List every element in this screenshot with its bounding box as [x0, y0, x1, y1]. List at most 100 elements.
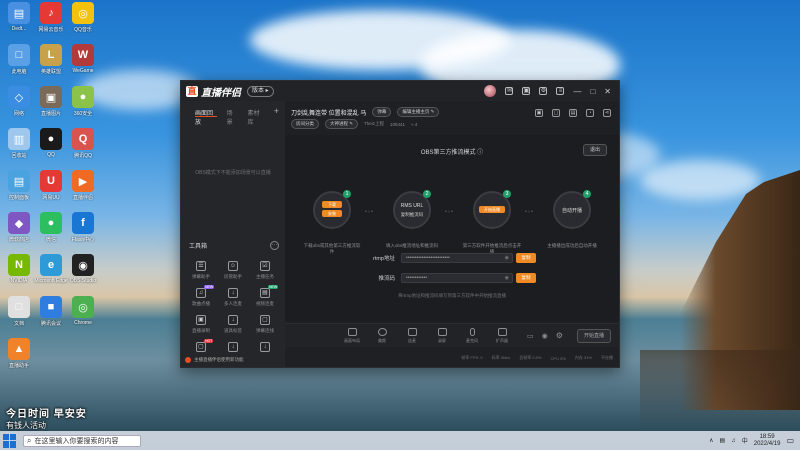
desktop-icon[interactable]: ■ 腾讯会议: [33, 296, 69, 327]
start-live-button[interactable]: 开始直播: [576, 328, 611, 343]
desktop-icon[interactable]: ▶ 直播伴侣: [65, 170, 101, 201]
bell-icon[interactable]: ◔: [586, 109, 594, 117]
danmu-pill[interactable]: 弹幕: [372, 107, 392, 117]
toolbox-item[interactable]: ↓: [249, 342, 281, 355]
tab-scene[interactable]: 场景: [227, 108, 238, 126]
record-tool[interactable]: 录屏: [431, 327, 453, 344]
tray-expand-icon[interactable]: ∧: [709, 437, 713, 444]
toolbox-item[interactable]: ▢ HOT: [185, 339, 217, 355]
toolbox-item[interactable]: ♫ NEW 歌曲点播: [185, 285, 217, 307]
desktop-icon-image: ▤: [8, 2, 30, 24]
start-live-step-button[interactable]: 开始直播: [479, 206, 505, 213]
toolbox-item[interactable]: ↓ 道具标签: [217, 315, 249, 334]
left-bottom-notice[interactable]: 主播直播伴侣使用新功能: [185, 357, 244, 363]
desktop-icon[interactable]: ◎ Chrome: [65, 296, 101, 326]
link-mic-tool[interactable]: 连麦: [401, 327, 423, 344]
message-icon[interactable]: ✉: [505, 87, 514, 95]
toolbox-item[interactable]: ☑ 主播任务: [249, 261, 281, 280]
desktop-icon[interactable]: ▤ Dedt...: [1, 2, 37, 32]
copy-key-button[interactable]: 复制: [516, 273, 536, 283]
toolbox-item[interactable]: ☺ 房管助手: [217, 261, 249, 280]
windows-start-button[interactable]: [3, 433, 17, 448]
desktop-icon[interactable]: ▥ 回收站: [1, 128, 37, 159]
step-2-inner: RMS URL: [400, 203, 424, 209]
eye-icon[interactable]: ◉: [505, 254, 509, 262]
desktop-icon[interactable]: U 网易UU: [33, 170, 69, 201]
desktop-icon[interactable]: ● QQ: [33, 128, 69, 158]
layout-icon[interactable]: ▤: [569, 109, 577, 117]
desktop-icon[interactable]: Q 腾讯QQ: [65, 128, 101, 159]
desktop-icon[interactable]: ● 微信: [33, 212, 69, 243]
desktop-icon[interactable]: □ 文档: [1, 296, 37, 327]
desktop-icon[interactable]: ▲ 直播助手: [1, 338, 37, 369]
tool-icon: ↓: [228, 342, 238, 352]
desktop-icon[interactable]: N NVIDIA: [1, 254, 37, 284]
microphone-tool[interactable]: 麦克风: [461, 327, 483, 344]
close-icon[interactable]: ✕: [604, 87, 611, 96]
desktop-icon[interactable]: L 英雄联盟: [33, 44, 69, 75]
desktop-icon[interactable]: ▣ 直播图片: [33, 86, 69, 117]
desktop-icon[interactable]: ◇ 网络: [1, 86, 37, 117]
clock[interactable]: 18:59 2022/4/19: [754, 434, 781, 448]
title-bar[interactable]: 直 直播伴侣 版本 ▸ ✉ ▣ ⚙ ≡ — □ ✕: [181, 81, 619, 101]
install-button[interactable]: 安装: [322, 210, 342, 217]
desktop-icon[interactable]: ◆ 微软商店: [1, 212, 37, 243]
version-badge[interactable]: 版本 ▸: [247, 85, 274, 97]
desktop-icon[interactable]: ◎ QQ音乐: [65, 2, 101, 33]
download-button[interactable]: 下载: [322, 201, 342, 208]
toolbox-item[interactable]: ↓ 多人连麦: [217, 288, 249, 307]
taskbar-search[interactable]: ⌕ 在这里输入你要搜索的内容: [23, 434, 141, 447]
settings-icon[interactable]: ⚙: [539, 87, 548, 95]
toolbox-item[interactable]: ▣ 直播录制: [185, 315, 217, 334]
category-pill[interactable]: 房间分类: [291, 119, 319, 129]
avatar[interactable]: [484, 85, 497, 97]
speaker-tool[interactable]: 扩声器: [491, 327, 513, 344]
network-icon[interactable]: ▤: [720, 437, 726, 444]
toolbox-item[interactable]: ↓: [217, 342, 249, 355]
desktop-icon[interactable]: ◉ OBS Studio: [65, 254, 101, 284]
share-icon[interactable]: ⋖: [603, 109, 611, 117]
add-scene-button[interactable]: +: [274, 107, 279, 117]
step-number: 3: [503, 190, 511, 198]
room-title[interactable]: 刀剑乱舞连带 位置和混乱 马: [291, 108, 366, 117]
desktop-icon[interactable]: W WeGame: [65, 44, 101, 74]
viewer-count: ≈ 4: [411, 121, 418, 127]
desktop-icon[interactable]: □ 此电脑: [1, 44, 37, 75]
tab-library[interactable]: 素材库: [247, 108, 263, 126]
layout-tool[interactable]: 画面布局: [341, 327, 363, 344]
desktop-icon[interactable]: ♪ 网易云音乐: [33, 2, 69, 33]
volume-icon[interactable]: ♫: [731, 438, 736, 444]
rtmp-input[interactable]: ••••••••••••••••••••••••• ◉: [401, 253, 513, 263]
desktop-icon[interactable]: ● 360安全: [65, 86, 101, 117]
gear-icon[interactable]: ⚙: [556, 331, 563, 340]
app-logo: 直 直播伴侣: [186, 84, 241, 99]
desktop-icon-image: ♪: [40, 2, 62, 24]
toolbox-item[interactable]: ☰ 弹幕助手: [185, 261, 217, 280]
lock-icon[interactable]: ▢: [552, 109, 560, 117]
edit-homepage-pill[interactable]: 编辑主播主页 ✎: [397, 107, 440, 117]
tab-replay[interactable]: 画面回放: [195, 108, 217, 126]
notification-icon[interactable]: ▭: [786, 436, 794, 445]
gift-icon[interactable]: ▣: [522, 87, 531, 95]
maximize-icon[interactable]: □: [590, 87, 595, 96]
toolbox-item[interactable]: ▢ 弹幕连线: [249, 315, 281, 334]
desktop-icon[interactable]: f Flash中心: [65, 212, 101, 243]
copy-rtmp-button[interactable]: 复制: [516, 253, 536, 263]
minimize-icon[interactable]: —: [573, 87, 581, 96]
stream-key-input[interactable]: •••••••••••• ◉: [401, 273, 513, 283]
toolbox-item[interactable]: ▤ NEW 视频连麦: [249, 285, 281, 307]
eye-icon[interactable]: ◉: [505, 274, 509, 282]
beauty-tool[interactable]: 美颜: [371, 327, 393, 344]
subcategory-pill[interactable]: 大神进程 ✎: [325, 119, 359, 129]
gift-box-icon[interactable]: ▣: [535, 109, 543, 117]
toolbox-more-button[interactable]: ···: [270, 241, 279, 250]
desktop-icon[interactable]: e Microsoft Edge: [33, 254, 69, 284]
exit-button[interactable]: 退出: [582, 144, 607, 156]
step-2-sub[interactable]: 复制推流码: [395, 212, 429, 218]
desktop-icon[interactable]: ▤ 控制面板: [1, 170, 37, 201]
eye-icon[interactable]: ◉: [542, 332, 548, 340]
ime-indicator[interactable]: 中: [742, 436, 748, 445]
camera-icon[interactable]: ▭: [527, 332, 534, 340]
menu-icon[interactable]: ≡: [556, 87, 565, 95]
room-meta: 房间分类 大神进程 ✎ Theiz上程 105441 ≈ 4: [291, 119, 417, 129]
